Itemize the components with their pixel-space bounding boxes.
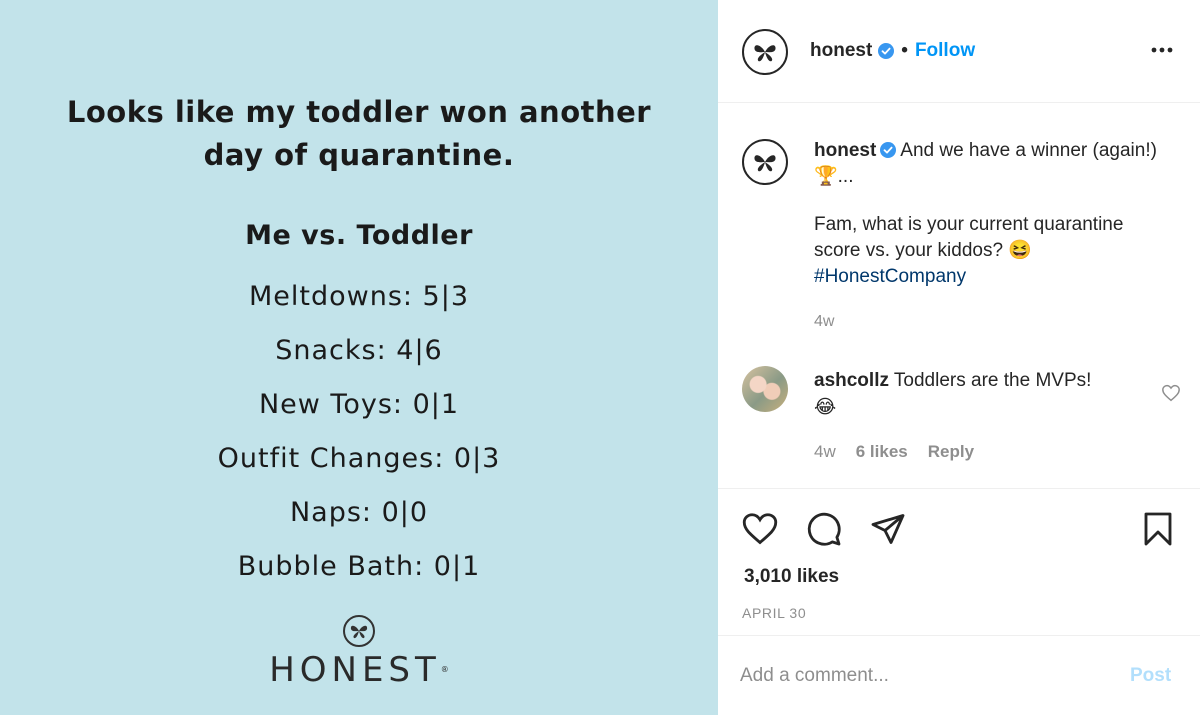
score-item: Naps: 0|0	[289, 497, 429, 528]
comment-meta: 4w 6 likes Reply	[814, 442, 994, 462]
reply-button[interactable]: Reply	[928, 442, 974, 462]
brand-name: HONEST	[269, 650, 441, 690]
follow-button[interactable]: Follow	[915, 40, 975, 62]
score-item: Outfit Changes: 0|3	[217, 443, 501, 474]
comment-icon[interactable]	[806, 511, 842, 547]
caption-avatar[interactable]	[742, 139, 788, 185]
comment-input[interactable]	[740, 661, 1110, 691]
comment-heart-icon[interactable]	[1161, 384, 1181, 402]
image-subhead: Me vs. Toddler	[245, 220, 473, 251]
verified-badge-icon	[878, 43, 895, 59]
comment-body: Toddlers are the MVPs!	[893, 370, 1092, 391]
commenter-avatar[interactable]	[742, 366, 788, 412]
registered-mark: ®	[440, 665, 449, 674]
header-username[interactable]: honest	[810, 40, 872, 62]
post-button[interactable]: Post	[1130, 665, 1171, 687]
butterfly-icon	[754, 45, 776, 62]
comment-box: Post	[718, 637, 1200, 715]
comment: ashcollz Toddlers are the MVPs! 😂	[814, 368, 1144, 421]
profile-avatar[interactable]	[742, 29, 788, 75]
caption-line-1: honest And we have a winner (again!) 🏆...	[814, 138, 1174, 190]
bookmark-icon[interactable]	[1140, 511, 1176, 547]
likes-count[interactable]: 3,010 likes	[744, 566, 839, 588]
caption-timestamp[interactable]: 4w	[814, 313, 834, 331]
post-sidebar: honest • Follow honest And we have a winn…	[718, 0, 1200, 715]
score-item: New Toys: 0|1	[258, 389, 460, 420]
image-headline: Looks like my toddler won another day of…	[66, 95, 652, 172]
header-line: honest • Follow	[810, 40, 975, 62]
caption: honest And we have a winner (again!) 🏆...…	[814, 138, 1174, 290]
caption-text-2: Fam, what is your current quarantine sco…	[814, 214, 1124, 261]
comment-emoji: 😂	[814, 396, 837, 418]
action-bar: 3,010 likes APRIL 30	[718, 488, 1200, 636]
share-icon[interactable]	[870, 511, 906, 547]
comment-time[interactable]: 4w	[814, 442, 836, 462]
score-list: Meltdowns: 5|3 Snacks: 4|6 New Toys: 0|1…	[0, 270, 718, 594]
comment-username[interactable]: ashcollz	[814, 370, 889, 391]
hashtag-link[interactable]: #HonestCompany	[814, 264, 1174, 290]
butterfly-logo-icon	[343, 615, 375, 647]
post-header: honest • Follow	[718, 0, 1200, 103]
verified-badge-icon	[880, 142, 897, 158]
heart-icon[interactable]	[742, 511, 778, 547]
score-item: Bubble Bath: 0|1	[237, 551, 481, 582]
more-options-icon[interactable]	[1148, 38, 1176, 62]
separator-dot: •	[901, 40, 908, 61]
comment-likes[interactable]: 6 likes	[856, 442, 908, 462]
brand-wordmark: HONEST®	[0, 650, 718, 690]
butterfly-icon	[754, 155, 776, 172]
score-item: Snacks: 4|6	[275, 335, 443, 366]
post-image[interactable]: Looks like my toddler won another day of…	[0, 0, 718, 715]
caption-username[interactable]: honest	[814, 140, 876, 161]
post-date[interactable]: APRIL 30	[742, 605, 806, 621]
score-item: Meltdowns: 5|3	[248, 281, 470, 312]
